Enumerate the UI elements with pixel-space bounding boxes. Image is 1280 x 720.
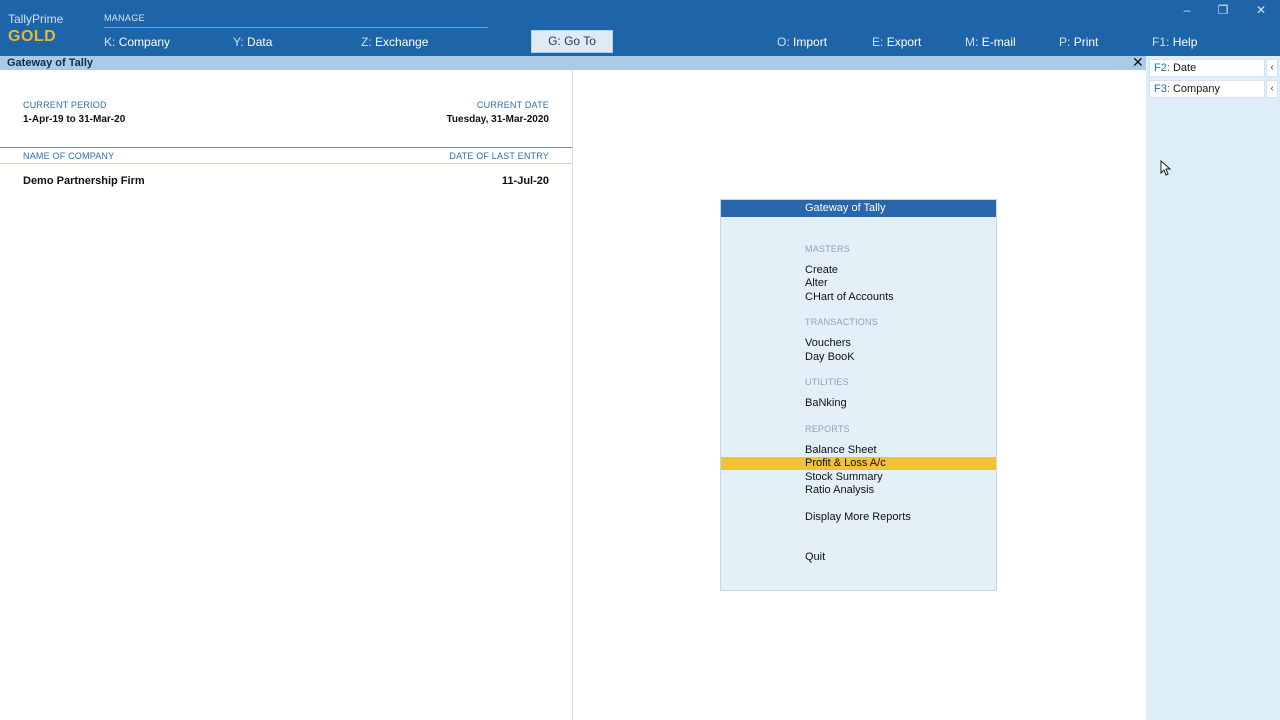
menu-option-create[interactable]: Create — [721, 264, 996, 277]
option-quit-label: Quit — [805, 551, 826, 563]
menu-option-stock-summary[interactable]: Stock Summary — [721, 471, 996, 484]
window-close-icon[interactable]: ✕ — [1250, 2, 1272, 18]
menu-exchange[interactable]: Z: Exchange — [361, 35, 428, 49]
brand-logo: TallyPrime GOLD — [8, 12, 63, 46]
title-strip: Gateway of Tally ✕ — [0, 55, 1146, 70]
current-date-value[interactable]: Tuesday, 31-Mar-2020 — [447, 114, 549, 125]
option-stock-summary-label: Stock Summary — [805, 471, 883, 483]
menu-option-display-more-reports[interactable]: Display More Reports — [721, 511, 996, 524]
option-alter-label: Alter — [805, 277, 828, 289]
menu-import[interactable]: O: Import — [777, 35, 827, 49]
column-header-company: NAME OF COMPANY — [23, 151, 115, 161]
menu-option-ratio-analysis[interactable]: Ratio Analysis — [721, 484, 996, 497]
option-profit-loss-label: Profit & Loss A/c — [805, 457, 886, 469]
menu-exchange-key: Z: — [361, 35, 372, 49]
menu-export-key: E: — [872, 35, 884, 49]
brand-name: TallyPrime — [8, 12, 64, 26]
menu-email-label: E-mail — [981, 35, 1016, 49]
menu-help[interactable]: F1: Help — [1152, 35, 1197, 49]
menu-import-label: Import — [793, 35, 828, 49]
current-period-value[interactable]: 1-Apr-19 to 31-Mar-20 — [23, 114, 125, 125]
menu-option-balance-sheet[interactable]: Balance Sheet — [721, 444, 996, 457]
company-button[interactable]: F3: Company — [1149, 80, 1265, 98]
last-entry-date: 11-Jul-20 — [501, 175, 549, 187]
page-title: Gateway of Tally — [7, 57, 93, 69]
manage-divider — [104, 27, 488, 28]
section-utilities: UTILITIES — [805, 377, 849, 387]
option-ratio-analysis-label: Ratio Analysis — [805, 484, 875, 496]
gateway-card-header: Gateway of Tally — [721, 200, 996, 217]
date-expand-icon[interactable]: ‹ — [1266, 59, 1278, 77]
option-create-label: Create — [805, 264, 839, 276]
option-daybook-label: Day BooK — [805, 351, 855, 363]
menu-option-chart-of-accounts[interactable]: CHart of Accounts — [721, 291, 996, 304]
menu-company-label: Company — [118, 35, 171, 49]
menu-data[interactable]: Y: Data — [233, 35, 272, 49]
menu-email[interactable]: M: E-mail — [965, 35, 1016, 49]
menu-print-key: P: — [1059, 35, 1071, 49]
minimize-icon[interactable]: – — [1176, 2, 1198, 18]
brand-edition: GOLD — [8, 28, 57, 45]
goto-key: G: — [548, 34, 561, 48]
menu-option-profit-loss[interactable]: Profit & Loss A/c — [721, 457, 996, 470]
menu-option-vouchers[interactable]: Vouchers — [721, 337, 996, 350]
close-icon[interactable]: ✕ — [1132, 55, 1144, 69]
date-button-label: Date — [1172, 62, 1197, 74]
menu-export-label: Export — [886, 35, 922, 49]
section-reports: REPORTS — [805, 424, 850, 434]
menu-option-alter[interactable]: Alter — [721, 277, 996, 290]
menu-exchange-label: Exchange — [375, 35, 429, 49]
menu-email-key: M: — [965, 35, 979, 49]
date-button[interactable]: F2: Date — [1149, 59, 1265, 77]
manage-section-label: MANAGE — [104, 13, 145, 23]
menu-help-label: Help — [1172, 35, 1198, 49]
menu-print-label: Print — [1073, 35, 1099, 49]
menu-data-label: Data — [247, 35, 273, 49]
gateway-card-title: Gateway of Tally — [805, 202, 886, 214]
menu-company-key: K: — [104, 35, 116, 49]
company-info-pane: CURRENT PERIOD 1-Apr-19 to 31-Mar-20 CUR… — [0, 70, 573, 720]
menu-option-day-book[interactable]: Day BooK — [721, 351, 996, 364]
header-divider-top — [0, 147, 572, 148]
goto-label: Go To — [564, 34, 596, 48]
company-button-key: F3: — [1154, 83, 1170, 95]
menu-option-quit[interactable]: Quit — [721, 551, 996, 564]
right-button-bar: F2: Date ‹ F3: Company ‹ — [1146, 56, 1280, 720]
company-name[interactable]: Demo Partnership Firm — [23, 175, 145, 187]
menu-import-key: O: — [777, 35, 790, 49]
menu-data-key: Y: — [233, 35, 244, 49]
goto-button[interactable]: G: Go To — [531, 30, 613, 53]
option-chart-label: CHart of Accounts — [805, 291, 894, 303]
menu-print[interactable]: P: Print — [1059, 35, 1098, 49]
header-divider-bottom — [0, 163, 572, 164]
column-header-last-entry: DATE OF LAST ENTRY — [449, 151, 549, 161]
menu-export[interactable]: E: Export — [872, 35, 921, 49]
gateway-menu-card: Gateway of Tally MASTERS Create Alter CH… — [720, 199, 997, 591]
current-date-label: CURRENT DATE — [476, 100, 549, 110]
top-menu-bar: TallyPrime GOLD MANAGE K: Company Y: Dat… — [0, 0, 1280, 56]
section-transactions: TRANSACTIONS — [805, 317, 878, 327]
current-period-label: CURRENT PERIOD — [23, 100, 107, 110]
menu-option-banking[interactable]: BaNking — [721, 397, 996, 410]
option-balance-sheet-label: Balance Sheet — [805, 444, 877, 456]
menu-help-key: F1: — [1152, 35, 1170, 49]
company-expand-icon[interactable]: ‹ — [1266, 80, 1278, 98]
company-button-label: Company — [1172, 83, 1221, 95]
section-masters: MASTERS — [805, 244, 850, 254]
menu-company[interactable]: K: Company — [104, 35, 170, 49]
date-button-key: F2: — [1154, 62, 1170, 74]
option-display-more-label: Display More Reports — [805, 511, 911, 523]
option-banking-label: BaNking — [805, 397, 847, 409]
restore-icon[interactable]: ❐ — [1212, 2, 1234, 18]
option-vouchers-label: Vouchers — [805, 337, 851, 349]
